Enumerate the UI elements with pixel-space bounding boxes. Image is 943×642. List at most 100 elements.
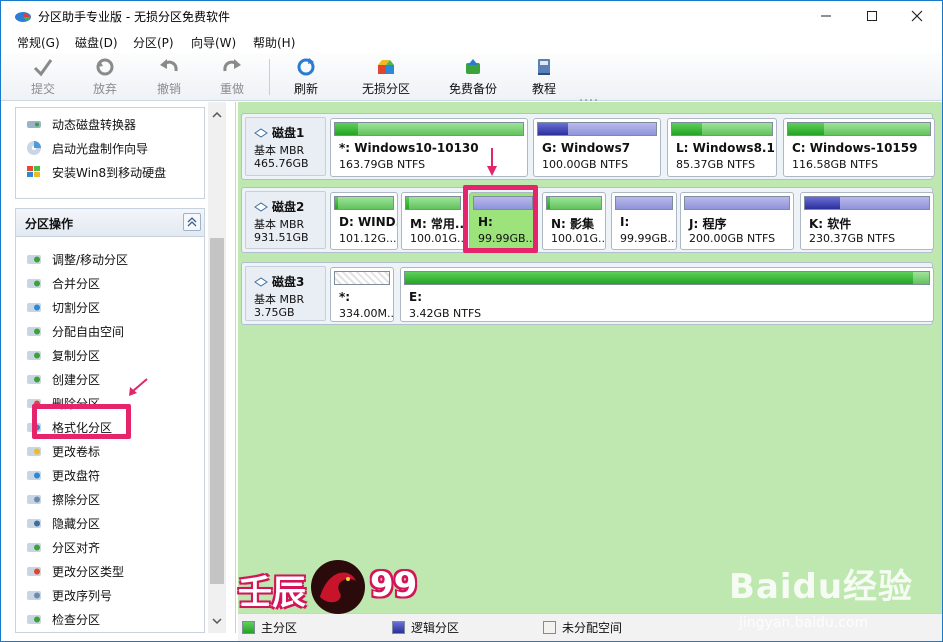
op-item-label: 复制分区: [52, 348, 101, 363]
menu-bar: 常规(G) 磁盘(D) 分区(P) 向导(W) 帮助(H): [1, 31, 942, 53]
side-panel-scrollbar[interactable]: [208, 102, 226, 633]
usage-bar: [615, 196, 673, 210]
lossless-partition-label: 无损分区: [361, 82, 410, 96]
scroll-down-icon[interactable]: [212, 616, 222, 626]
partition-block[interactable]: E: 3.42GB NTFS: [400, 267, 934, 322]
tutorial-button[interactable]: 教程: [526, 55, 562, 99]
partition-block[interactable]: *: 334.00M...: [330, 267, 394, 322]
partition-info: 116.58GB NTFS: [792, 158, 879, 171]
op-item-label: 更改分区类型: [52, 564, 125, 579]
partition-block[interactable]: M: 常用... 100.01G...: [401, 192, 465, 250]
partition-color-fill: [685, 197, 789, 209]
partition-block[interactable]: N: 影集 100.01G...: [542, 192, 606, 250]
disk-size: 465.76GB: [254, 157, 309, 170]
discard-label: 放弃: [92, 82, 117, 96]
create-icon: [27, 375, 41, 384]
disk-info[interactable]: 磁盘1 基本 MBR 465.76GB: [245, 117, 326, 176]
partition-operations-header: 分区操作: [16, 209, 204, 237]
op-item[interactable]: 隐藏分区: [26, 513, 100, 533]
partition-name: N: 影集: [551, 217, 595, 231]
arrow-diagonal-marker-icon: [129, 378, 148, 396]
hard-disk-icon: [254, 127, 268, 138]
label-icon: [27, 447, 41, 456]
disk-type: 基本 MBR: [254, 293, 305, 306]
legend-unallocated-swatch: [543, 621, 556, 634]
hard-disk-icon: [254, 201, 268, 212]
chevron-up-icon: [187, 217, 197, 227]
menu-wizard[interactable]: 向导(W): [191, 34, 236, 51]
title-bar: 分区助手专业版 - 无损分区免费软件: [1, 1, 942, 31]
wizard-item-dynamic-disk[interactable]: 动态磁盘转换器: [26, 114, 136, 134]
usage-bar: [787, 122, 931, 136]
partition-block[interactable]: J: 程序 200.00GB NTFS: [680, 192, 794, 250]
partition-block[interactable]: D: WIND... 101.12G...: [330, 192, 398, 250]
partition-name: C: Windows-10159: [792, 141, 918, 155]
copy-icon: [27, 351, 41, 360]
partition-block[interactable]: L: Windows8.1 85.37GB NTFS: [667, 118, 777, 177]
partition-info: 100.01G...: [410, 232, 465, 245]
disk-info[interactable]: 磁盘3 基本 MBR 3.75GB: [245, 266, 326, 321]
disk-row: 磁盘2 基本 MBR931.51GB D: WIND... 101.12G... M: …: [241, 187, 934, 253]
usage-bar: [684, 196, 790, 210]
partition-color-fill: [405, 272, 929, 284]
op-item[interactable]: 分配自由空间: [26, 321, 124, 341]
redo-button[interactable]: 重做: [212, 55, 252, 99]
stamp-right-text: 99: [370, 565, 418, 605]
op-item[interactable]: 擦除分区: [26, 489, 100, 509]
maximize-button[interactable]: [849, 1, 895, 31]
menu-general[interactable]: 常规(G): [17, 34, 60, 51]
merge-icon: [27, 279, 41, 288]
op-item-label: 调整/移动分区: [52, 252, 129, 267]
op-item[interactable]: 更改盘符: [26, 465, 100, 485]
partition-block[interactable]: C: Windows-10159 116.58GB NTFS: [783, 118, 935, 177]
lossless-partition-button[interactable]: 无损分区: [356, 55, 416, 99]
disk-convert-icon: [27, 121, 41, 128]
op-item[interactable]: 更改分区类型: [26, 561, 124, 581]
refresh-button[interactable]: 刷新: [286, 55, 326, 99]
partition-type-icon: [27, 567, 41, 576]
redo-label: 重做: [219, 82, 244, 96]
scrollbar-thumb[interactable]: [210, 238, 224, 584]
disk-info[interactable]: 磁盘2 基本 MBR 931.51GB: [245, 191, 326, 249]
author-stamp-watermark: 壬辰 99: [234, 559, 418, 615]
partition-name: L: Windows8.1: [676, 141, 775, 155]
free-backup-button[interactable]: 免费备份: [445, 55, 501, 99]
wizard-item-label: 安装Win8到移动硬盘: [52, 165, 167, 180]
undo-label: 撤销: [156, 82, 181, 96]
partition-color-fill: [538, 123, 656, 135]
op-item[interactable]: 复制分区: [26, 345, 100, 365]
op-item[interactable]: 更改卷标: [26, 441, 100, 461]
discard-button[interactable]: 放弃: [85, 55, 125, 99]
op-item[interactable]: 检查分区: [26, 609, 100, 629]
wizard-item-win8-usb[interactable]: 安装Win8到移动硬盘: [26, 162, 166, 182]
menu-partition[interactable]: 分区(P): [133, 34, 174, 51]
op-item[interactable]: 调整/移动分区: [26, 249, 128, 269]
op-item[interactable]: 分区对齐: [26, 537, 100, 557]
scroll-up-icon[interactable]: [212, 110, 222, 120]
usage-fill: [788, 123, 824, 135]
op-item[interactable]: 合并分区: [26, 273, 100, 293]
op-item[interactable]: 更改序列号: [26, 585, 112, 605]
partition-color-fill: [788, 123, 930, 135]
partition-block[interactable]: G: Windows7 100.00GB NTFS: [533, 118, 661, 177]
minimize-button[interactable]: [803, 1, 849, 31]
undo-button[interactable]: 撤销: [149, 55, 189, 99]
op-item[interactable]: 创建分区: [26, 369, 100, 389]
partition-color-fill: [547, 197, 601, 209]
collapse-button[interactable]: [183, 213, 201, 231]
toolbar: 提交 放弃 撤销 重做 刷新 无损分区 免费备份 教程: [1, 53, 942, 101]
disk-type: 基本 MBR: [254, 144, 305, 157]
serial-icon: [27, 591, 41, 600]
baidu-url-text: jingyan.baidu.com: [739, 615, 869, 631]
op-item[interactable]: 切割分区: [26, 297, 100, 317]
menu-help[interactable]: 帮助(H): [253, 34, 295, 51]
partition-operations-title: 分区操作: [25, 217, 74, 231]
close-button[interactable]: [894, 1, 940, 31]
partition-block[interactable]: K: 软件 230.37GB NTFS: [800, 192, 934, 250]
partition-block[interactable]: I: 99.99GB...: [611, 192, 677, 250]
op-item-label: 检查分区: [52, 612, 101, 627]
commit-button[interactable]: 提交: [23, 55, 63, 99]
partition-color-fill: [805, 197, 929, 209]
wizard-item-boot-cd[interactable]: 启动光盘制作向导: [26, 138, 148, 158]
menu-disk[interactable]: 磁盘(D): [75, 34, 118, 51]
